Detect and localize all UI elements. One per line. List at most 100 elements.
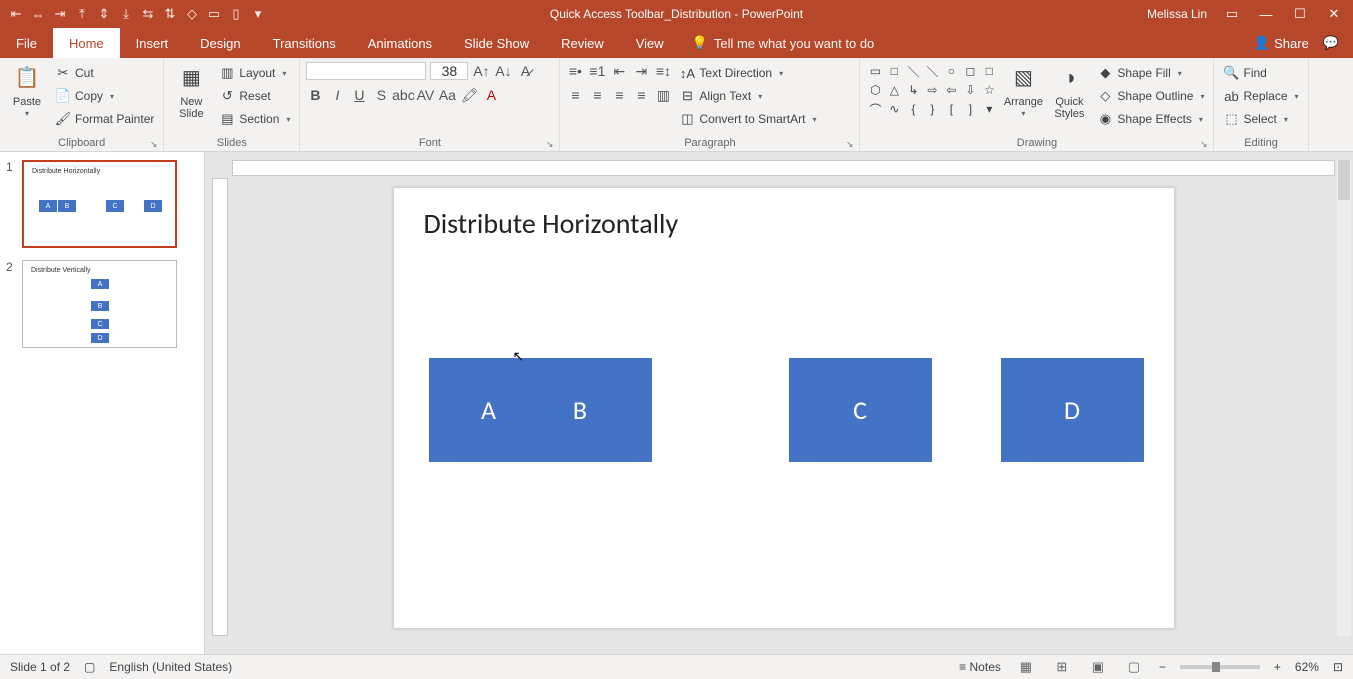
line-spacing-icon[interactable]: ≡↕ xyxy=(654,62,672,80)
quick-styles-button[interactable]: ◑ Quick Styles xyxy=(1048,62,1090,120)
select-button[interactable]: ⬚Select xyxy=(1220,108,1301,130)
slides-panel[interactable]: 1 Distribute Horizontally A B C D 2 Dist… xyxy=(0,152,205,654)
arrange-button[interactable]: ▧ Arrange ▾ xyxy=(1002,62,1044,119)
shape-bracket-r-icon[interactable]: ] xyxy=(961,100,979,118)
align-center-icon[interactable]: ≡ xyxy=(588,86,606,104)
shrink-font-icon[interactable]: A↓ xyxy=(494,62,512,80)
slide-title[interactable]: Distribute Horizontally xyxy=(424,206,679,241)
qat-align-obj2-icon[interactable]: ▯ xyxy=(228,6,244,22)
tab-file[interactable]: File xyxy=(0,28,53,58)
scrollbar-thumb[interactable] xyxy=(1338,160,1350,200)
fit-window-icon[interactable]: ⊡ xyxy=(1333,660,1343,674)
shape-box-b[interactable]: B xyxy=(509,358,652,462)
slide-canvas[interactable]: Distribute Horizontally A B C D ↖ xyxy=(394,188,1174,628)
shape-line2-icon[interactable]: ＼ xyxy=(923,62,941,80)
shape-square-icon[interactable]: □ xyxy=(980,62,998,80)
slide-indicator[interactable]: Slide 1 of 2 xyxy=(10,660,70,674)
shape-textbox-icon[interactable]: ▭ xyxy=(866,62,884,80)
language-indicator[interactable]: English (United States) xyxy=(109,660,232,674)
sorter-view-icon[interactable]: ⊞ xyxy=(1051,658,1073,676)
align-right-icon[interactable]: ≡ xyxy=(610,86,628,104)
text-direction-button[interactable]: ↕AText Direction xyxy=(676,62,819,84)
ribbon-display-icon[interactable]: ▭ xyxy=(1223,6,1241,22)
char-spacing-icon[interactable]: AV xyxy=(416,86,434,104)
shape-fill-button[interactable]: ◆Shape Fill xyxy=(1094,62,1207,84)
qat-align-top-icon[interactable]: ⤒ xyxy=(74,6,90,22)
shape-oval-icon[interactable]: ○ xyxy=(942,62,960,80)
indent-left-icon[interactable]: ⇤ xyxy=(610,62,628,80)
shape-outline-button[interactable]: ◇Shape Outline xyxy=(1094,85,1207,107)
vertical-scrollbar[interactable] xyxy=(1337,160,1351,636)
shape-connector-icon[interactable]: ↳ xyxy=(904,81,922,99)
shape-arc-icon[interactable]: ⌒ xyxy=(866,100,884,118)
highlight-icon[interactable]: 🖍 xyxy=(460,86,478,104)
zoom-slider[interactable] xyxy=(1180,665,1260,669)
font-name-combo[interactable] xyxy=(306,62,426,80)
align-text-button[interactable]: ⊟Align Text xyxy=(676,85,819,107)
shape-arrow-r-icon[interactable]: ⇨ xyxy=(923,81,941,99)
strike-icon[interactable]: abc xyxy=(394,86,412,104)
tab-slideshow[interactable]: Slide Show xyxy=(448,28,545,58)
qat-align-bottom-icon[interactable]: ⤓ xyxy=(118,6,134,22)
canvas-area[interactable]: Distribute Horizontally A B C D ↖ xyxy=(232,178,1335,636)
shape-rect-icon[interactable]: □ xyxy=(885,62,903,80)
tab-insert[interactable]: Insert xyxy=(120,28,185,58)
reset-button[interactable]: ↺Reset xyxy=(216,85,293,107)
shape-brace-r-icon[interactable]: } xyxy=(923,100,941,118)
share-button[interactable]: 👤 Share xyxy=(1254,35,1309,51)
notes-button[interactable]: ≡ Notes xyxy=(959,660,1001,674)
shape-brace-l-icon[interactable]: { xyxy=(904,100,922,118)
reading-view-icon[interactable]: ▣ xyxy=(1087,658,1109,676)
tab-home[interactable]: Home xyxy=(53,28,120,58)
shape-roundrect-icon[interactable]: ◻ xyxy=(961,62,979,80)
shape-line-icon[interactable]: ＼ xyxy=(904,62,922,80)
spellcheck-icon[interactable]: ▢ xyxy=(84,660,95,674)
tab-animations[interactable]: Animations xyxy=(352,28,448,58)
paragraph-launcher-icon[interactable]: ↘ xyxy=(846,139,854,150)
clipboard-launcher-icon[interactable]: ↘ xyxy=(150,139,158,150)
shape-box-d[interactable]: D xyxy=(1001,358,1144,462)
close-icon[interactable]: ✕ xyxy=(1325,6,1343,22)
cut-button[interactable]: ✂Cut xyxy=(52,62,157,84)
qat-eraser-icon[interactable]: ◇ xyxy=(184,6,200,22)
shape-effects-button[interactable]: ◉Shape Effects xyxy=(1094,108,1207,130)
qat-more-icon[interactable]: ▾ xyxy=(250,6,266,22)
shape-arrow-d-icon[interactable]: ⇩ xyxy=(961,81,979,99)
shape-box-c[interactable]: C xyxy=(789,358,932,462)
comments-icon[interactable]: 💬 xyxy=(1323,35,1339,51)
bold-icon[interactable]: B xyxy=(306,86,324,104)
zoom-in-icon[interactable]: + xyxy=(1274,660,1281,674)
zoom-percent[interactable]: 62% xyxy=(1295,660,1319,674)
clear-format-icon[interactable]: A̷ xyxy=(516,62,534,80)
maximize-icon[interactable]: ☐ xyxy=(1291,6,1309,22)
shapes-more-icon[interactable]: ▾ xyxy=(980,100,998,118)
font-launcher-icon[interactable]: ↘ xyxy=(546,139,554,150)
zoom-slider-thumb[interactable] xyxy=(1212,662,1220,672)
shape-bracket-l-icon[interactable]: [ xyxy=(942,100,960,118)
font-size-combo[interactable]: 38 xyxy=(430,62,468,80)
justify-icon[interactable]: ≡ xyxy=(632,86,650,104)
indent-right-icon[interactable]: ⇥ xyxy=(632,62,650,80)
shape-arrow-l-icon[interactable]: ⇦ xyxy=(942,81,960,99)
new-slide-button[interactable]: ▦ New Slide xyxy=(170,62,212,120)
shape-octagon-icon[interactable]: ⬡ xyxy=(866,81,884,99)
grow-font-icon[interactable]: A↑ xyxy=(472,62,490,80)
bullets-icon[interactable]: ≡• xyxy=(566,62,584,80)
paste-button[interactable]: 📋 Paste ▾ xyxy=(6,62,48,119)
qat-align-right-icon[interactable]: ⇥ xyxy=(52,6,68,22)
convert-smartart-button[interactable]: ◫Convert to SmartArt xyxy=(676,108,819,130)
tab-review[interactable]: Review xyxy=(545,28,620,58)
shape-star-icon[interactable]: ☆ xyxy=(980,81,998,99)
normal-view-icon[interactable]: ▦ xyxy=(1015,658,1037,676)
shadow-icon[interactable]: S xyxy=(372,86,390,104)
qat-align-left-icon[interactable]: ⇤ xyxy=(8,6,24,22)
copy-button[interactable]: 📄Copy xyxy=(52,85,157,107)
shapes-gallery[interactable]: ▭□＼＼○◻□ ⬡△↳⇨⇦⇩☆ ⌒∿{}[]▾ xyxy=(866,62,998,118)
shape-triangle-icon[interactable]: △ xyxy=(885,81,903,99)
qat-align-middle-icon[interactable]: ⇕ xyxy=(96,6,112,22)
align-left-icon[interactable]: ≡ xyxy=(566,86,584,104)
tab-design[interactable]: Design xyxy=(184,28,256,58)
qat-align-obj-icon[interactable]: ▭ xyxy=(206,6,222,22)
tell-me[interactable]: 💡 Tell me what you want to do xyxy=(680,28,887,58)
replace-button[interactable]: abReplace xyxy=(1220,85,1301,107)
